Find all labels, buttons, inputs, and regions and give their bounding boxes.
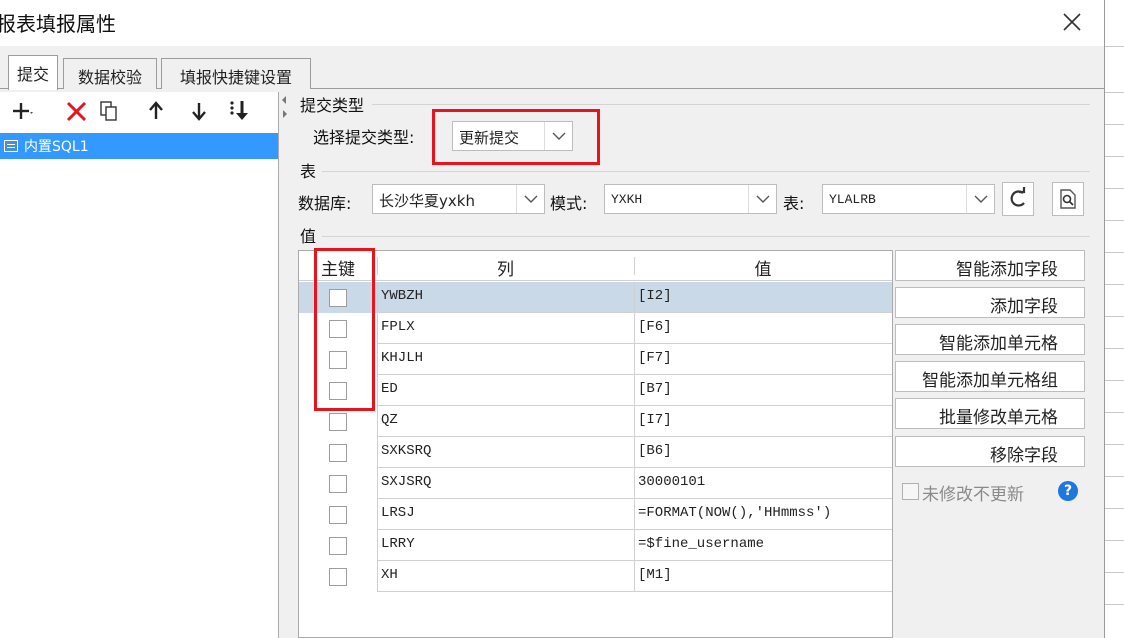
tab-shortcut-settings[interactable]: 填报快捷键设置: [161, 58, 311, 89]
dialog-title: 报表填报属性: [0, 12, 116, 36]
smart-add-field-button[interactable]: 智能添加字段: [895, 250, 1085, 281]
refresh-button[interactable]: [1002, 182, 1034, 216]
table-row[interactable]: SXKSRQ [B6]: [299, 437, 892, 468]
value-cell[interactable]: [B7]: [634, 375, 892, 406]
highlight-box-submit-type: [432, 109, 600, 165]
panel-splitter[interactable]: [280, 94, 288, 124]
schema-value: YXKH: [611, 192, 643, 207]
move-up-icon[interactable]: [143, 98, 169, 124]
submit-type-label: 选择提交类型:: [313, 128, 415, 147]
add-field-button[interactable]: 添加字段: [895, 287, 1085, 318]
column-cell[interactable]: KHJLH: [377, 344, 634, 375]
table-row[interactable]: YWBZH [I2]: [299, 282, 892, 313]
tree-item-label: 内置SQL1: [24, 139, 89, 155]
delete-icon[interactable]: [64, 98, 90, 124]
chevron-down-icon: [516, 185, 544, 213]
section-table: 表: [300, 162, 317, 181]
value-cell[interactable]: [I2]: [634, 282, 892, 313]
add-icon[interactable]: [10, 98, 36, 124]
help-icon[interactable]: ?: [1058, 481, 1078, 501]
primary-key-checkbox[interactable]: [329, 568, 347, 586]
preview-button[interactable]: [1052, 182, 1084, 216]
schema-label: 模式:: [550, 194, 588, 213]
table-row[interactable]: QZ [I7]: [299, 406, 892, 437]
value-cell[interactable]: [F7]: [634, 344, 892, 375]
smart-add-cell-button[interactable]: 智能添加单元格: [895, 324, 1085, 355]
close-icon[interactable]: [1058, 8, 1086, 36]
sort-icon[interactable]: [226, 98, 252, 124]
value-cell[interactable]: 30000101: [634, 468, 892, 499]
primary-key-checkbox[interactable]: [329, 444, 347, 462]
value-cell[interactable]: =$fine_username: [634, 530, 892, 561]
background-grid-strip: [1104, 0, 1124, 638]
preview-icon: [1060, 189, 1076, 209]
section-value: 值: [300, 227, 317, 246]
table-select[interactable]: YLALRB: [822, 184, 995, 214]
schema-select[interactable]: YXKH: [604, 184, 777, 214]
header-value[interactable]: 值: [634, 251, 892, 281]
dialog-title-bar: 报表填报属性: [0, 0, 1104, 46]
section-submit-type: 提交类型: [300, 96, 365, 115]
no-update-unmodified-checkbox[interactable]: [902, 483, 919, 500]
value-cell[interactable]: =FORMAT(NOW(),'HHmmss'): [634, 499, 892, 530]
sql-list-panel: [0, 92, 279, 638]
section-divider: [322, 236, 1090, 237]
table-header: 主键 列 值: [299, 251, 892, 281]
column-cell[interactable]: FPLX: [377, 313, 634, 344]
copy-icon[interactable]: [96, 98, 122, 124]
value-cell[interactable]: [B6]: [634, 437, 892, 468]
table-row[interactable]: KHJLH [F7]: [299, 344, 892, 375]
table-label: 表:: [783, 194, 805, 213]
move-down-icon[interactable]: [186, 98, 212, 124]
column-cell[interactable]: LRSJ: [377, 499, 634, 530]
sql-item-icon: [4, 140, 18, 152]
batch-modify-cell-button[interactable]: 批量修改单元格: [895, 398, 1085, 429]
column-cell[interactable]: SXJSRQ: [377, 468, 634, 499]
table-row[interactable]: SXJSRQ 30000101: [299, 468, 892, 499]
table-value: YLALRB: [829, 192, 876, 207]
column-cell[interactable]: XH: [377, 561, 634, 592]
column-cell[interactable]: ED: [377, 375, 634, 406]
table-row[interactable]: XH [M1]: [299, 561, 892, 592]
chevron-down-icon: [748, 185, 776, 213]
primary-key-checkbox[interactable]: [329, 537, 347, 555]
section-divider: [372, 104, 1090, 105]
remove-field-button[interactable]: 移除字段: [895, 436, 1085, 467]
highlight-box-primary-key: [314, 248, 375, 411]
column-cell[interactable]: YWBZH: [377, 282, 634, 313]
smart-add-cell-group-button[interactable]: 智能添加单元格组: [895, 361, 1085, 392]
refresh-icon: [1010, 187, 1026, 207]
table-row[interactable]: ED [B7]: [299, 375, 892, 406]
primary-key-checkbox[interactable]: [329, 475, 347, 493]
header-column[interactable]: 列: [377, 251, 634, 281]
column-cell[interactable]: QZ: [377, 406, 634, 437]
value-cell[interactable]: [I7]: [634, 406, 892, 437]
tree-item-sql1[interactable]: 内置SQL1: [0, 133, 278, 159]
database-label: 数据库:: [298, 194, 352, 213]
chevron-down-icon: [966, 185, 994, 213]
table-row[interactable]: FPLX [F6]: [299, 313, 892, 344]
column-cell[interactable]: SXKSRQ: [377, 437, 634, 468]
tab-data-validation[interactable]: 数据校验: [63, 58, 157, 89]
value-table: 主键 列 值 YWBZH [I2] FPLX [F6] KHJLH [F7] E…: [298, 250, 893, 638]
database-value: 长沙华夏yxkh: [379, 192, 475, 210]
primary-key-checkbox[interactable]: [329, 413, 347, 431]
section-divider: [322, 171, 1090, 172]
table-row[interactable]: LRRY =$fine_username: [299, 530, 892, 561]
primary-key-checkbox[interactable]: [329, 506, 347, 524]
no-update-unmodified-label: 未修改不更新: [922, 485, 1024, 505]
value-cell[interactable]: [M1]: [634, 561, 892, 592]
database-select[interactable]: 长沙华夏yxkh: [372, 184, 545, 214]
value-cell[interactable]: [F6]: [634, 313, 892, 344]
table-row[interactable]: LRSJ =FORMAT(NOW(),'HHmmss'): [299, 499, 892, 530]
tab-submit[interactable]: 提交: [8, 55, 58, 90]
column-cell[interactable]: LRRY: [377, 530, 634, 561]
